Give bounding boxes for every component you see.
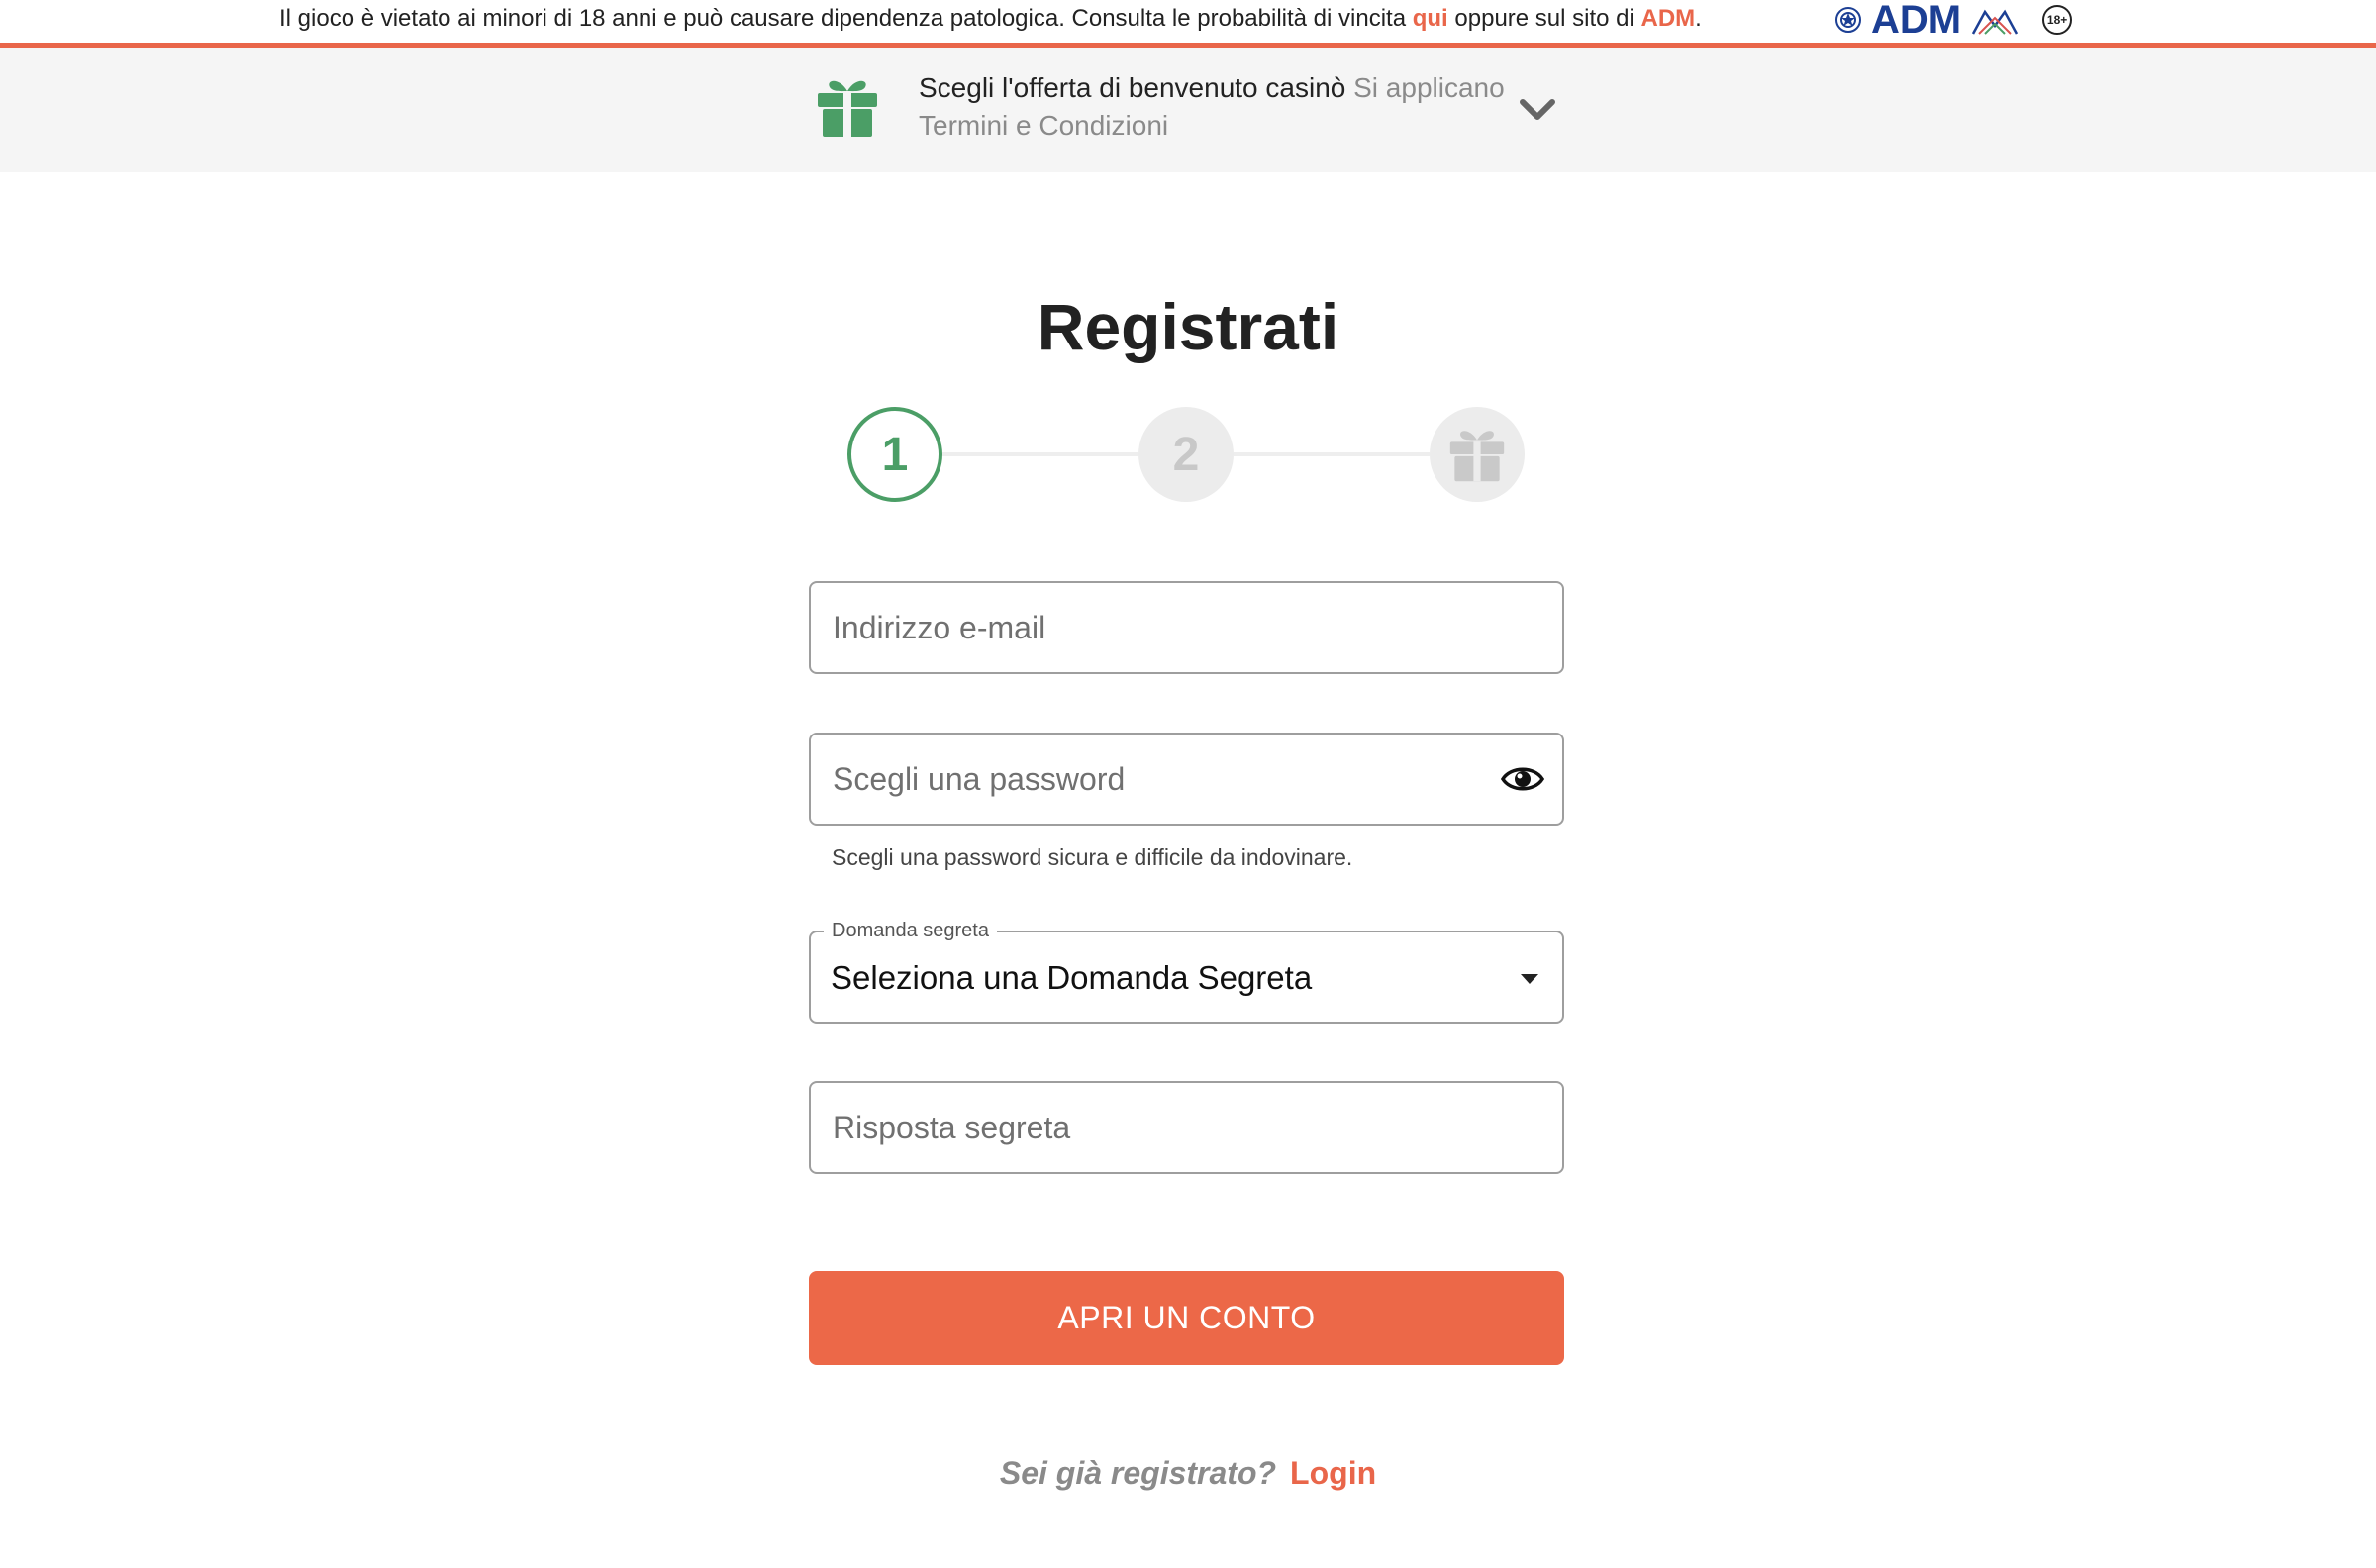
open-account-button[interactable]: APRI UN CONTO — [809, 1271, 1564, 1365]
step-1-indicator: 1 — [847, 407, 942, 502]
welcome-offer-text: Scegli l'offerta di benvenuto casinò Si … — [919, 69, 1513, 145]
login-link[interactable]: Login — [1290, 1455, 1376, 1491]
secret-question-label: Domanda segreta — [824, 919, 997, 942]
stepper-connector — [942, 452, 1138, 456]
secret-answer-input[interactable] — [811, 1083, 1562, 1172]
password-input[interactable] — [811, 735, 1562, 824]
login-prompt: Sei già registrato? Login — [0, 1453, 2376, 1493]
regulator-logos: ADM 18+ — [1833, 0, 2073, 42]
password-hint: Scegli una password sicura e difficile d… — [832, 844, 1353, 870]
welcome-offer-bar[interactable]: Scegli l'offerta di benvenuto casinò Si … — [0, 48, 2376, 172]
email-input[interactable] — [811, 583, 1562, 672]
page-title: Registrati — [1037, 290, 1339, 363]
adm-mark-icon — [1971, 9, 2019, 35]
disclaimer-bar: Il gioco è vietato ai minori di 18 anni … — [0, 0, 2376, 48]
adm-logo: ADM — [1871, 0, 1962, 42]
caret-down-icon — [1521, 974, 1538, 984]
emblem-icon — [1835, 7, 1861, 33]
gift-icon — [1449, 431, 1505, 482]
odds-link[interactable]: qui — [1413, 5, 1448, 32]
disclaimer-text-middle: oppure sul sito di — [1447, 5, 1641, 32]
eye-icon[interactable] — [1501, 760, 1544, 798]
password-field-wrapper — [809, 733, 1564, 826]
chevron-down-icon[interactable] — [1519, 97, 1556, 123]
disclaimer-text-before: Il gioco è vietato ai minori di 18 anni … — [279, 5, 1413, 32]
secret-answer-field-wrapper — [809, 1081, 1564, 1174]
gift-icon — [818, 80, 877, 137]
stepper-connector — [1234, 452, 1430, 456]
age-restriction-badge: 18+ — [2042, 5, 2073, 35]
secret-question-value: Seleziona una Domanda Segreta — [831, 959, 1313, 996]
already-registered-text: Sei già registrato? — [999, 1455, 1277, 1491]
adm-link[interactable]: ADM — [1641, 5, 1696, 32]
welcome-offer-title: Scegli l'offerta di benvenuto casinò — [919, 72, 1346, 103]
disclaimer-text-after: . — [1695, 5, 1702, 32]
step-2-indicator: 2 — [1138, 407, 1234, 502]
secret-question-select[interactable]: Seleziona una Domanda Segreta — [809, 931, 1564, 1024]
email-field-wrapper — [809, 581, 1564, 674]
disclaimer-text: Il gioco è vietato ai minori di 18 anni … — [279, 4, 1702, 34]
step-reward-indicator — [1430, 407, 1525, 502]
